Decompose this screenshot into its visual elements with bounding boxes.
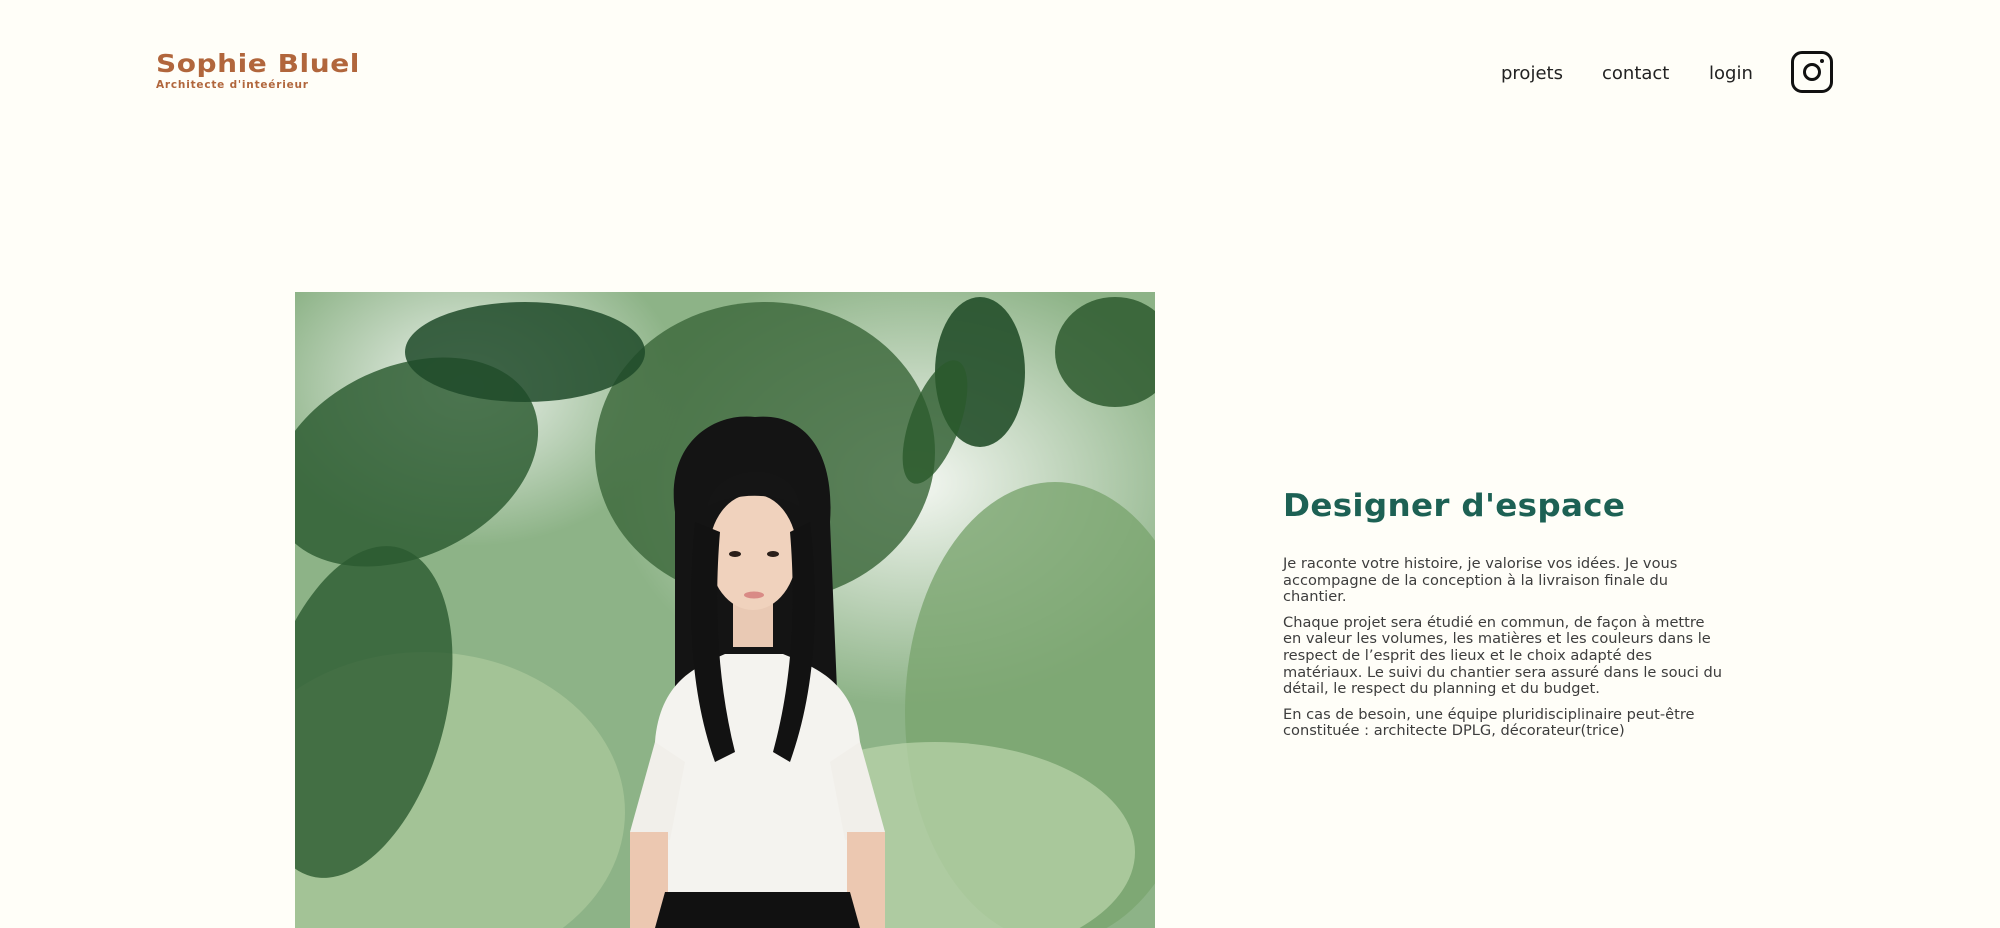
page: Sophie Bluel Architecte d'inteérieur pro…	[0, 0, 2000, 928]
instagram-dot	[1820, 59, 1824, 63]
intro-paragraph-2: Chaque projet sera étudié en commun, de …	[1283, 613, 1723, 698]
intro-title: Designer d'espace	[1283, 488, 1626, 524]
intro-text: Designer d'espace Je raconte votre histo…	[1283, 484, 1723, 749]
intro-paragraph-3: En cas de besoin, une équipe pluridiscip…	[1283, 705, 1695, 740]
instagram-lens	[1803, 63, 1821, 81]
nav-link-contact[interactable]: contact	[1602, 60, 1669, 88]
main-nav: projets contact login	[0, 60, 2000, 88]
architect-photo	[295, 292, 1155, 928]
instagram-icon[interactable]	[1791, 51, 1833, 93]
nav-link-login[interactable]: login	[1709, 60, 1753, 88]
intro-paragraph-1: Je raconte votre histoire, je valorise v…	[1283, 555, 1678, 606]
nav-link-projets[interactable]: projets	[1501, 60, 1563, 88]
